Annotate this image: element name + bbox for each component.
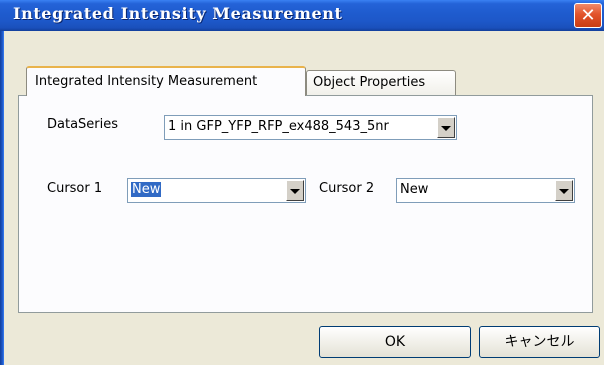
cancel-button-label: キャンセル — [504, 334, 575, 350]
ok-button-label: OK — [384, 334, 406, 350]
ok-button[interactable]: OK — [319, 326, 471, 358]
tab-label: Integrated Intensity Measurement — [35, 74, 258, 89]
close-icon: ✕ — [580, 5, 596, 26]
cursor2-value: New — [400, 182, 429, 197]
chevron-down-icon[interactable] — [555, 180, 573, 201]
dataseries-label: DataSeries — [47, 117, 119, 132]
cursor1-select[interactable]: New — [127, 178, 306, 203]
cancel-button[interactable]: キャンセル — [479, 326, 600, 358]
dataseries-select[interactable]: 1 in GFP_YFP_RFP_ex488_543_5nr — [164, 115, 457, 140]
title-bar[interactable]: Integrated Intensity Measurement ✕ — [0, 0, 604, 31]
cursor1-value: New — [129, 181, 163, 198]
dialog-window: Integrated Intensity Measurement ✕ Integ… — [0, 0, 604, 365]
window-frame-left — [0, 31, 4, 365]
chevron-down-icon[interactable] — [437, 117, 455, 138]
tab-object-properties[interactable]: Object Properties — [306, 70, 456, 95]
close-button[interactable]: ✕ — [574, 3, 602, 28]
dataseries-value: 1 in GFP_YFP_RFP_ex488_543_5nr — [168, 119, 389, 134]
cursor2-select[interactable]: New — [396, 178, 575, 203]
window-title: Integrated Intensity Measurement — [13, 4, 343, 23]
tab-label: Object Properties — [313, 75, 426, 90]
cursor2-label: Cursor 2 — [319, 181, 375, 196]
tab-integrated-intensity-measurement[interactable]: Integrated Intensity Measurement — [26, 66, 306, 96]
cursor1-label: Cursor 1 — [47, 181, 103, 196]
chevron-down-icon[interactable] — [286, 180, 304, 201]
